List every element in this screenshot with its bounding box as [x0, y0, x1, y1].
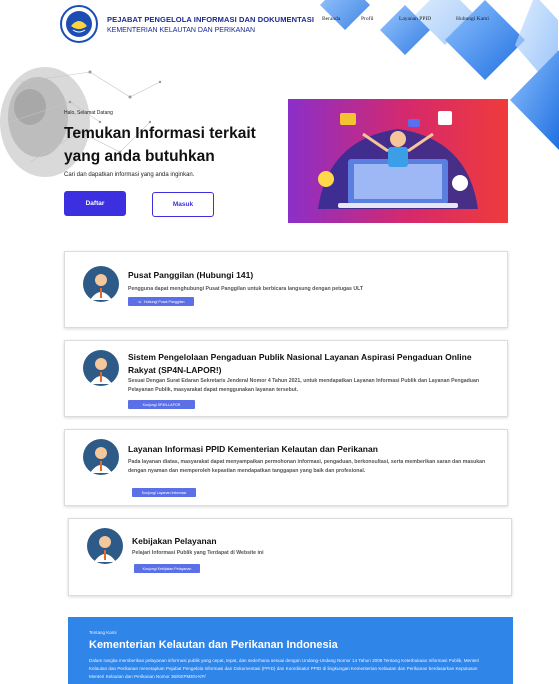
service-description: Pengguna dapat menghubungi Pusat Panggil…	[128, 286, 364, 292]
avatar-icon	[83, 439, 119, 475]
hero-illustration	[288, 99, 508, 223]
phone-icon: ☏	[137, 299, 142, 304]
about-label: Tentang Kami	[89, 630, 117, 635]
service-description: Pada layanan diatas, masyarakat dapat me…	[128, 459, 486, 474]
service-description: Pelajari Informasi Publik yang Terdapat …	[132, 550, 264, 556]
about-title: Kementerian Kelautan dan Perikanan Indon…	[89, 639, 338, 651]
service-card-ppid: Layanan Informasi PPID Kementerian Kelau…	[64, 429, 508, 506]
hero-greeting: Halo, Selamat Datang	[64, 110, 113, 116]
service-card-sp4n-lapor: Sistem Pengelolaan Pengaduan Publik Nasi…	[64, 340, 508, 417]
logo-emblem[interactable]	[57, 4, 101, 44]
service-title: Kebijakan Pelayanan	[132, 536, 217, 546]
site-header: PEJABAT PENGELOLA INFORMASI DAN DOKUMENT…	[0, 0, 559, 46]
register-button[interactable]: Daftar	[64, 191, 126, 216]
ppid-service-button[interactable]: Kunjungi Layanan Informasi	[132, 488, 196, 497]
sp4n-lapor-button[interactable]: Kunjungi SP4N-LAPOR	[128, 400, 195, 409]
service-card-call-center: Pusat Panggilan (Hubungi 141) Pengguna d…	[64, 251, 508, 328]
service-card-policy: Kebijakan Pelayanan Pelajari Informasi P…	[68, 518, 512, 596]
service-title: Layanan Informasi PPID Kementerian Kelau…	[128, 444, 378, 454]
nav-profil[interactable]: Profil	[361, 16, 374, 22]
call-center-button-label: Hubungi Pusat Panggilan	[143, 299, 185, 304]
about-section: Tentang Kami Kementerian Kelautan dan Pe…	[68, 617, 513, 684]
hero-title: Temukan Informasi terkait yang anda butu…	[64, 125, 256, 165]
avatar-icon	[87, 528, 123, 564]
avatar-icon	[83, 350, 119, 386]
hero-description: Cari dan dapatkan informasi yang anda in…	[64, 172, 195, 178]
service-description: Sesuai Dengan Surat Edaran Sekretaris Je…	[128, 378, 480, 393]
call-center-button[interactable]: ☏ Hubungi Pusat Panggilan	[128, 297, 194, 306]
policy-button[interactable]: Kunjungi Kebijakan Pelayanan	[134, 564, 200, 573]
brand-title: PEJABAT PENGELOLA INFORMASI DAN DOKUMENT…	[107, 15, 315, 24]
nav-hubungi-kami[interactable]: Hubungi Kami	[456, 16, 489, 22]
brand-subtitle: KEMENTERIAN KELAUTAN DAN PERIKANAN	[107, 27, 256, 34]
nav-layanan-ppid[interactable]: Layanan PPID	[399, 16, 431, 22]
about-text: Dalam rangka memberikan pelayanan inform…	[89, 658, 480, 679]
avatar-icon	[83, 266, 119, 302]
service-title: Sistem Pengelolaan Pengaduan Publik Nasi…	[128, 352, 472, 375]
login-button[interactable]: Masuk	[152, 192, 214, 217]
service-title: Pusat Panggilan (Hubungi 141)	[128, 270, 254, 280]
nav-beranda[interactable]: Beranda	[322, 16, 340, 22]
